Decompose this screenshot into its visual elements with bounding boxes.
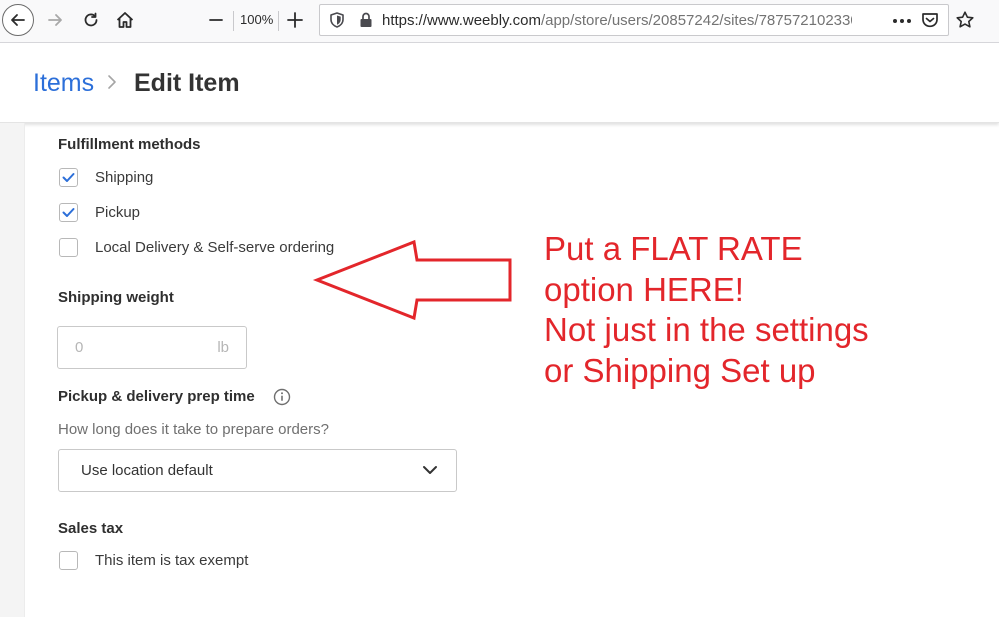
url-text[interactable]: https://www.weebly.com/app/store/users/2… bbox=[382, 12, 852, 29]
back-arrow-icon bbox=[11, 14, 25, 26]
shipping-checkbox[interactable] bbox=[59, 168, 78, 187]
local-delivery-label[interactable]: Local Delivery & Self-serve ordering bbox=[95, 239, 334, 256]
annotation-line: Not just in the settings bbox=[544, 311, 869, 348]
local-delivery-checkbox[interactable] bbox=[59, 238, 78, 257]
star-icon bbox=[956, 11, 974, 28]
info-icon[interactable] bbox=[273, 388, 291, 406]
sales-tax-title: Sales tax bbox=[58, 520, 124, 537]
zoom-level[interactable]: 100% bbox=[240, 12, 273, 27]
forward-arrow-icon bbox=[48, 14, 62, 26]
zoom-out-button[interactable] bbox=[204, 5, 228, 35]
chevron-right-icon bbox=[108, 75, 116, 89]
shield-icon[interactable] bbox=[328, 11, 346, 29]
weight-unit: lb bbox=[217, 339, 229, 356]
pocket-icon[interactable] bbox=[920, 11, 940, 29]
bookmark-button[interactable] bbox=[953, 5, 977, 35]
minus-icon bbox=[209, 19, 223, 21]
url-path: /app/store/users/20857242/sites/78757210… bbox=[540, 12, 852, 29]
shipping-label[interactable]: Shipping bbox=[95, 169, 153, 186]
weight-value: 0 bbox=[75, 339, 84, 356]
pickup-label[interactable]: Pickup bbox=[95, 204, 140, 221]
prep-time-help: How long does it take to prepare orders? bbox=[58, 421, 329, 438]
back-button[interactable] bbox=[2, 4, 34, 36]
breadcrumb-items-link[interactable]: Items bbox=[33, 69, 94, 98]
home-icon bbox=[116, 12, 134, 28]
shipping-weight-title: Shipping weight bbox=[58, 289, 174, 306]
tax-exempt-label[interactable]: This item is tax exempt bbox=[95, 552, 248, 569]
browser-toolbar: 100% https://www.weebly.com/app/store/us… bbox=[0, 0, 999, 43]
url-bar[interactable]: https://www.weebly.com/app/store/users/2… bbox=[319, 4, 949, 36]
tax-exempt-checkbox[interactable] bbox=[59, 551, 78, 570]
annotation-line: option HERE! bbox=[544, 270, 744, 308]
checkmark-icon bbox=[62, 208, 75, 217]
url-host: https://www.weebly.com bbox=[382, 12, 541, 29]
home-button[interactable] bbox=[112, 5, 138, 35]
fulfillment-title: Fulfillment methods bbox=[58, 136, 201, 153]
page-title: Edit Item bbox=[134, 69, 240, 97]
chevron-down-icon bbox=[423, 466, 437, 474]
plus-icon bbox=[287, 12, 303, 28]
more-dots-icon[interactable] bbox=[892, 13, 912, 29]
zoom-in-button[interactable] bbox=[283, 5, 307, 35]
prep-time-title: Pickup & delivery prep time bbox=[58, 388, 255, 405]
reload-button[interactable] bbox=[78, 5, 104, 35]
shipping-weight-input[interactable]: 0 lb bbox=[57, 326, 247, 369]
annotation-text: Put a FLAT RATE option HERE! Not just in… bbox=[544, 229, 984, 391]
left-rail bbox=[0, 123, 25, 617]
checkmark-icon bbox=[62, 173, 75, 182]
annotation-line: or Shipping Set up bbox=[544, 351, 816, 389]
reload-icon bbox=[84, 12, 98, 27]
forward-button[interactable] bbox=[42, 5, 68, 35]
annotation-line: Put a FLAT RATE bbox=[544, 230, 803, 267]
prep-time-selected: Use location default bbox=[81, 462, 213, 479]
zoom-divider bbox=[233, 11, 234, 31]
lock-icon[interactable] bbox=[358, 11, 374, 29]
prep-time-select[interactable]: Use location default bbox=[58, 449, 457, 492]
pickup-checkbox[interactable] bbox=[59, 203, 78, 222]
annotation-arrow bbox=[312, 239, 512, 321]
page-header: Items Edit Item bbox=[0, 43, 999, 123]
zoom-divider bbox=[278, 11, 279, 31]
